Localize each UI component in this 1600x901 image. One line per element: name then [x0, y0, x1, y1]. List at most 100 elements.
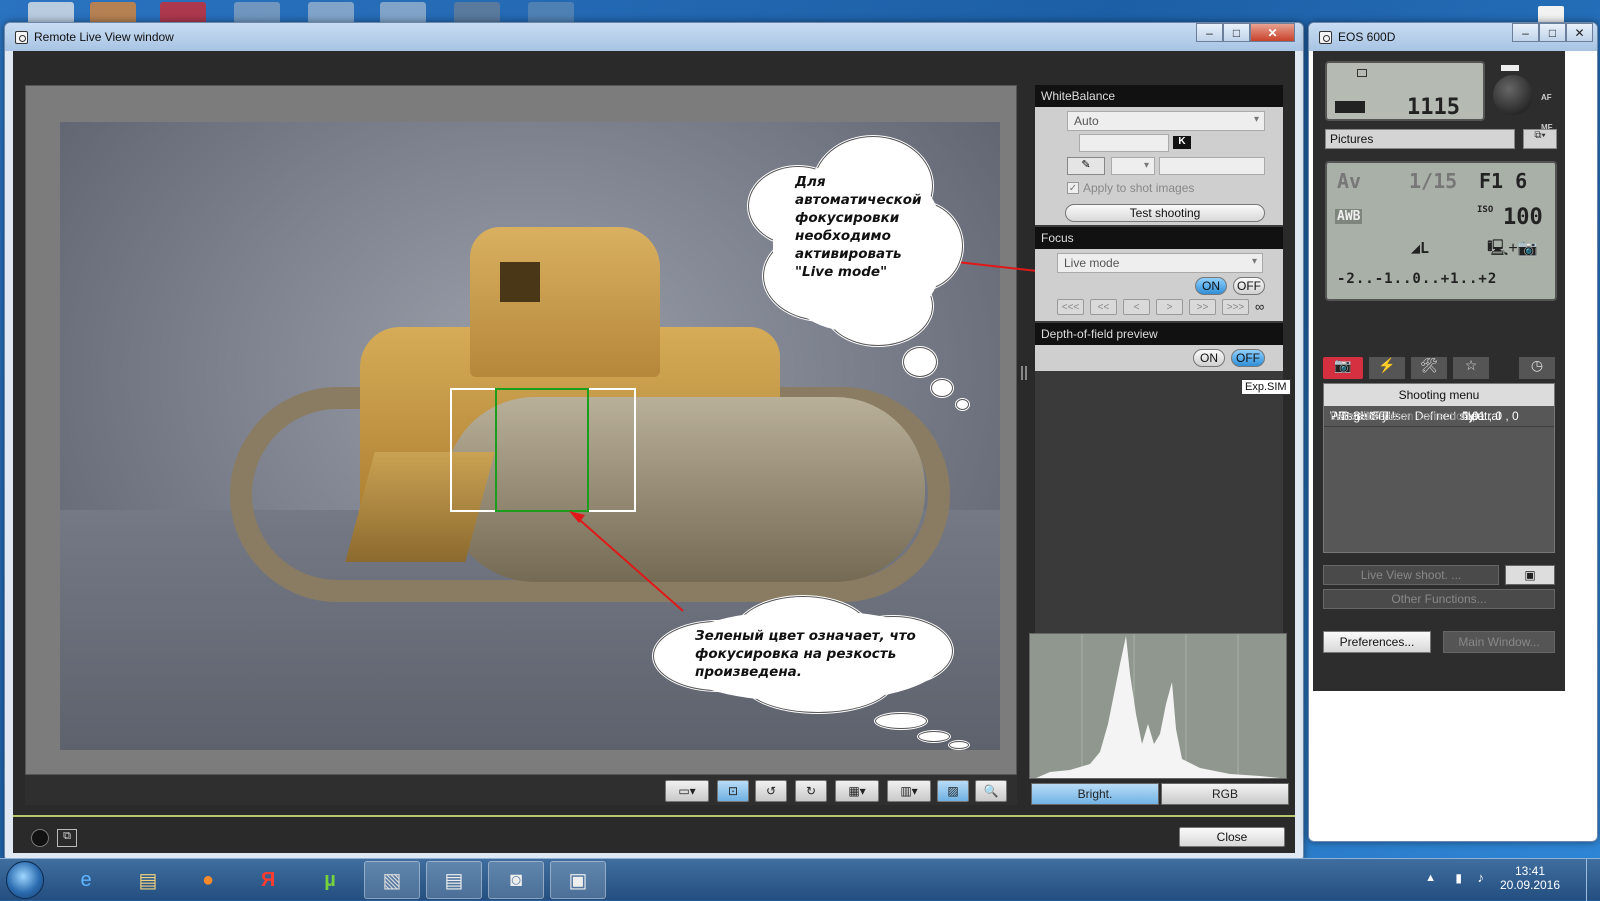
bright-tab[interactable]: Bright. — [1031, 783, 1159, 805]
tray-expand-icon[interactable]: ▲ — [1425, 872, 1436, 884]
desktop-icon[interactable] — [28, 2, 74, 24]
wb-header: WhiteBalance — [1035, 85, 1283, 107]
rotate-left-icon[interactable]: ↺ — [755, 780, 787, 802]
mymenu-tab-icon[interactable]: ☆ — [1453, 357, 1489, 379]
photo-app-icon[interactable]: ▧ — [364, 861, 420, 899]
focus-on-toggle[interactable]: ON — [1195, 277, 1227, 295]
desktop-icon[interactable] — [380, 2, 426, 24]
apply-checkbox[interactable]: ✓ — [1067, 182, 1079, 194]
callout-top-text: Для автоматической фокусировки необходим… — [795, 174, 922, 280]
dof-header: Depth-of-field preview — [1035, 323, 1283, 345]
minimize-button[interactable]: – — [1196, 23, 1223, 42]
eos-minimize-button[interactable]: – — [1512, 23, 1539, 42]
focus-far-small-button[interactable]: > — [1156, 299, 1183, 315]
menu-row-label: Lens aberration correction — [1330, 409, 1470, 423]
battery-lcd: 1115 — [1325, 61, 1485, 121]
aspect-ratio-icon[interactable]: ▭▾ — [665, 780, 709, 802]
folder-field[interactable]: Pictures — [1325, 129, 1515, 149]
mode-value[interactable]: Av — [1337, 169, 1361, 193]
overlay-icon[interactable]: ▥▾ — [887, 780, 931, 802]
focus-far-large-button[interactable]: >>> — [1222, 299, 1249, 315]
test-shooting-button[interactable]: Test shooting — [1065, 204, 1265, 222]
live-view-title: Remote Live View window — [34, 30, 174, 44]
clock[interactable]: 13:41 20.09.2016 — [1494, 864, 1566, 892]
menu-title: Shooting menu — [1324, 384, 1554, 406]
panel-splitter[interactable] — [1021, 366, 1027, 380]
kelvin-badge: K — [1173, 136, 1191, 149]
camera-settings-icon[interactable]: ⧉ — [57, 829, 77, 847]
iso-value[interactable]: 100 — [1503, 205, 1543, 230]
live-view-content: Для автоматической фокусировки необходим… — [13, 51, 1295, 853]
zoom-icon[interactable]: 🔍 — [975, 780, 1007, 802]
timer-tab-icon[interactable]: ◷ — [1519, 357, 1555, 379]
exp-sim-badge: Exp.SIM — [1241, 379, 1291, 395]
focus-off-toggle[interactable]: OFF — [1233, 277, 1265, 295]
af-frame-focused[interactable] — [495, 388, 589, 512]
yandex-browser-icon[interactable]: Я — [240, 861, 296, 899]
drive-mode-icon[interactable]: 🖳+📷 — [1487, 237, 1538, 264]
desktop-icon[interactable] — [234, 2, 280, 24]
remote-monitor-icon[interactable]: ▣ — [1505, 565, 1555, 585]
infinity-label: ∞ — [1255, 299, 1265, 314]
desktop-icon[interactable] — [454, 2, 500, 24]
focus-near-medium-button[interactable]: << — [1090, 299, 1117, 315]
wb-shift-select[interactable] — [1111, 157, 1155, 175]
flash-tab-icon[interactable]: ⚡ — [1369, 357, 1405, 379]
show-desktop-button[interactable] — [1586, 859, 1600, 901]
focus-far-medium-button[interactable]: >> — [1189, 299, 1216, 315]
focus-near-small-button[interactable]: < — [1123, 299, 1150, 315]
shooting-menu: Shooting menu Picture Style Neutral Detail… — [1323, 383, 1555, 553]
shooting-menu-tab-icon[interactable]: 📷 — [1323, 357, 1363, 379]
focus-near-large-button[interactable]: <<< — [1057, 299, 1084, 315]
network-icon[interactable]: ▮ — [1455, 871, 1462, 885]
start-button[interactable] — [6, 861, 44, 899]
wb-mode-select[interactable]: Auto — [1067, 111, 1265, 131]
dof-on-toggle[interactable]: ON — [1193, 349, 1225, 367]
kelvin-input[interactable] — [1079, 134, 1169, 152]
desktop-icon[interactable] — [528, 2, 574, 24]
main-window-button[interactable]: Main Window... — [1443, 631, 1555, 653]
eos-utility-icon[interactable]: ◙ — [488, 861, 544, 899]
eyedropper-icon[interactable]: ✎ — [1067, 157, 1105, 175]
exposure-scale[interactable]: -2..-1..0..+1..+2 — [1337, 271, 1497, 287]
desktop-icon[interactable] — [90, 2, 136, 24]
camera-app-icon — [1319, 30, 1332, 44]
maximize-button[interactable]: □ — [1223, 23, 1250, 42]
af-label: AF — [1541, 93, 1552, 102]
image-view-icon[interactable]: ▨ — [937, 780, 969, 802]
close-window-button[interactable]: ✕ — [1250, 23, 1295, 42]
shutter-value[interactable]: 1/15 — [1409, 169, 1457, 193]
firefox-icon[interactable]: ● — [180, 861, 236, 899]
rgb-tab[interactable]: RGB — [1161, 783, 1289, 805]
folder-button[interactable]: ⧉▾ — [1523, 129, 1557, 149]
internet-explorer-icon[interactable]: e — [58, 861, 114, 899]
clock-date: 20.09.2016 — [1499, 878, 1561, 892]
grid-icon[interactable]: ▦▾ — [835, 780, 879, 802]
remote-live-view-icon[interactable]: ▣ — [550, 861, 606, 899]
wb-value[interactable]: AWB — [1335, 209, 1363, 224]
explorer-folder-icon[interactable]: ▤ — [120, 861, 176, 899]
live-view-shoot-button[interactable]: Live View shoot. ... — [1323, 565, 1499, 585]
dof-off-toggle[interactable]: OFF — [1231, 349, 1265, 367]
quality-value[interactable]: ◢L — [1411, 239, 1429, 257]
aperture-value[interactable]: F1 6 — [1479, 169, 1527, 193]
mode-dial-icon[interactable] — [1493, 75, 1533, 115]
callout-bottom-text: Зеленый цвет означает, что фокусировка н… — [695, 628, 916, 680]
face-detect-icon[interactable]: ⊡ — [717, 780, 749, 802]
wb-value-field[interactable] — [1159, 157, 1265, 175]
rotate-right-icon[interactable]: ↻ — [795, 780, 827, 802]
utorrent-icon[interactable]: µ — [302, 861, 358, 899]
close-button[interactable]: Close — [1179, 827, 1285, 847]
document-icon[interactable]: ▤ — [426, 861, 482, 899]
shots-remaining: 1115 — [1407, 95, 1460, 120]
desktop-icons-strip — [0, 0, 620, 24]
eos-maximize-button[interactable]: □ — [1539, 23, 1566, 42]
other-functions-button[interactable]: Other Functions... — [1323, 589, 1555, 609]
preferences-button[interactable]: Preferences... — [1323, 631, 1431, 653]
desktop-icon[interactable] — [160, 2, 206, 24]
desktop-icon[interactable] — [308, 2, 354, 24]
focus-mode-select[interactable]: Live mode — [1057, 253, 1263, 273]
volume-icon[interactable]: ♪ — [1478, 870, 1485, 885]
setup-tab-icon[interactable]: 🛠 — [1411, 357, 1447, 379]
eos-close-button[interactable]: ✕ — [1566, 23, 1593, 42]
